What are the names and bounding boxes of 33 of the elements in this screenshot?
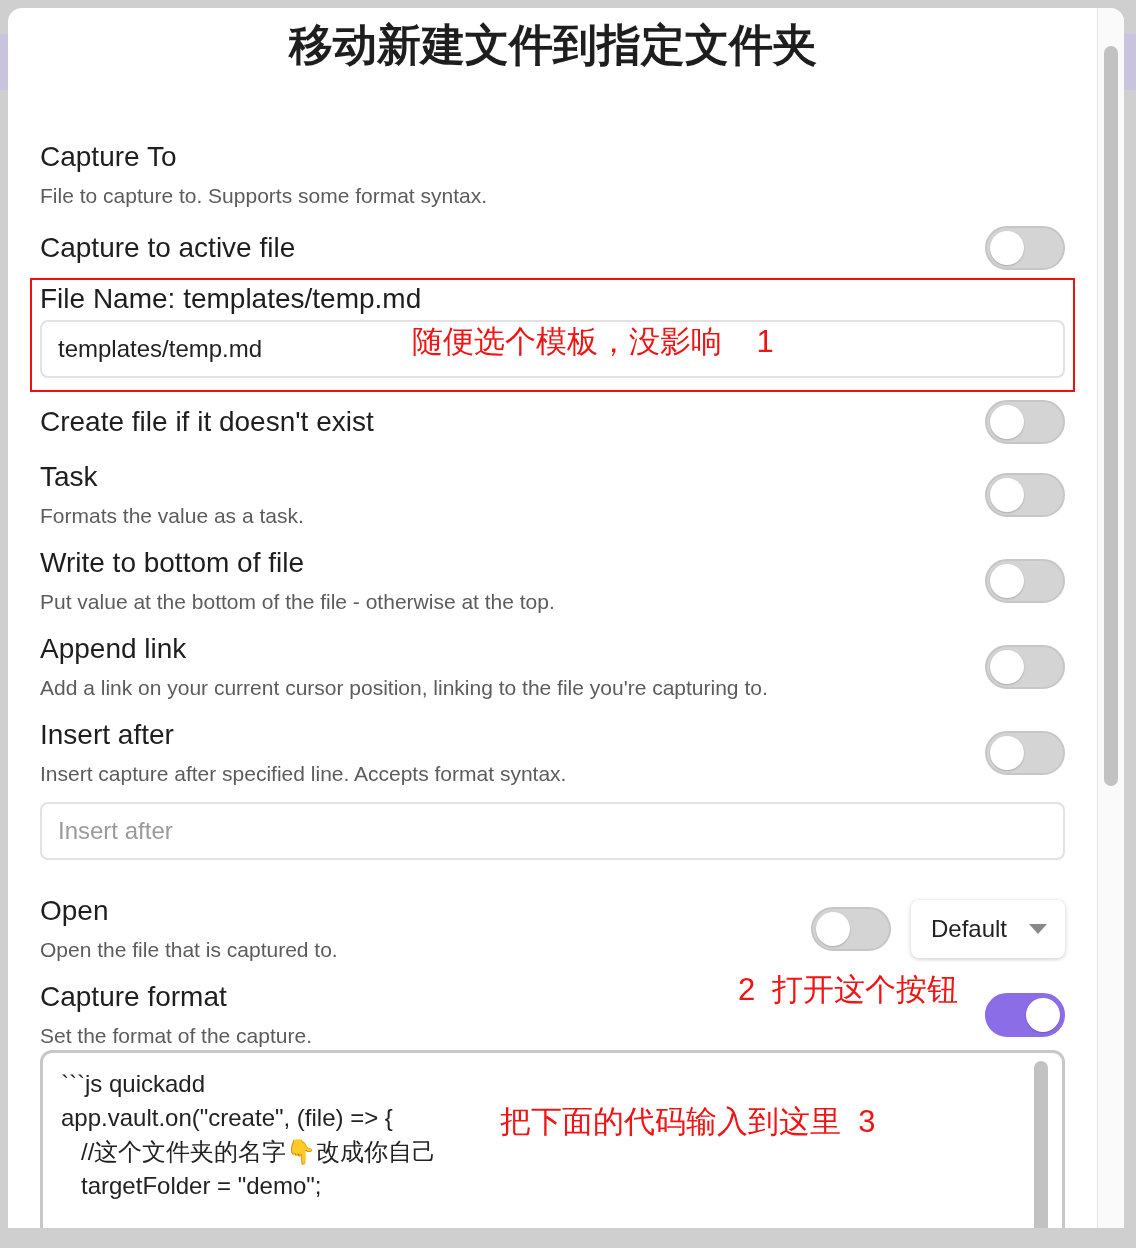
setting-description: Formats the value as a task. — [40, 503, 304, 529]
setting-description: Insert capture after specified line. Accepts format syntax. — [40, 761, 567, 787]
toggle-switch[interactable] — [985, 731, 1065, 775]
setting-name: Capture to active file — [40, 231, 296, 265]
toggle-switch[interactable] — [985, 559, 1065, 603]
modal-title: 移动新建文件到指定文件夹 — [287, 19, 818, 71]
setting-name: Capture To — [40, 140, 177, 174]
setting-name: Write to bottom of file — [40, 546, 305, 580]
annotation-text: 把下面的代码输入到这里 3 — [500, 1104, 876, 1140]
dropdown[interactable]: Default — [910, 900, 1065, 958]
setting-name: Capture format — [40, 980, 227, 1014]
setting-name: Create file if it doesn't exist — [40, 405, 374, 439]
toggle-switch[interactable] — [985, 993, 1065, 1037]
setting-description: Open the file that is captured to. — [40, 937, 338, 963]
toggle-switch[interactable] — [985, 645, 1065, 689]
caret-icon — [1029, 924, 1047, 934]
toggle-switch[interactable] — [985, 473, 1065, 517]
setting-name: Insert after — [40, 718, 174, 752]
setting-description: Set the format of the capture. — [40, 1023, 312, 1049]
setting-name: Task — [40, 460, 98, 494]
toggle-switch[interactable] — [810, 907, 891, 951]
setting-description: Put value at the bottom of the file - otherwise at the top. — [40, 589, 555, 615]
setting-description: File to capture to. Supports some format syntax. — [40, 183, 488, 209]
setting-name: Append link — [40, 632, 187, 666]
annotation-text: 随便选个模板，没影响 1 — [412, 324, 774, 360]
annotation-text: 2 打开这个按钮 — [738, 972, 959, 1008]
setting-name: File Name: templates/temp.md — [40, 282, 422, 316]
input-field[interactable]: Insert after — [40, 802, 1065, 860]
toggle-switch[interactable] — [985, 226, 1065, 270]
setting-name: Open — [40, 894, 109, 928]
toggle-switch[interactable] — [985, 400, 1065, 444]
setting-description: Add a link on your current cursor position, linking to the file you're capturing to. — [40, 675, 768, 701]
scrollbar-thumb[interactable] — [1104, 46, 1118, 786]
